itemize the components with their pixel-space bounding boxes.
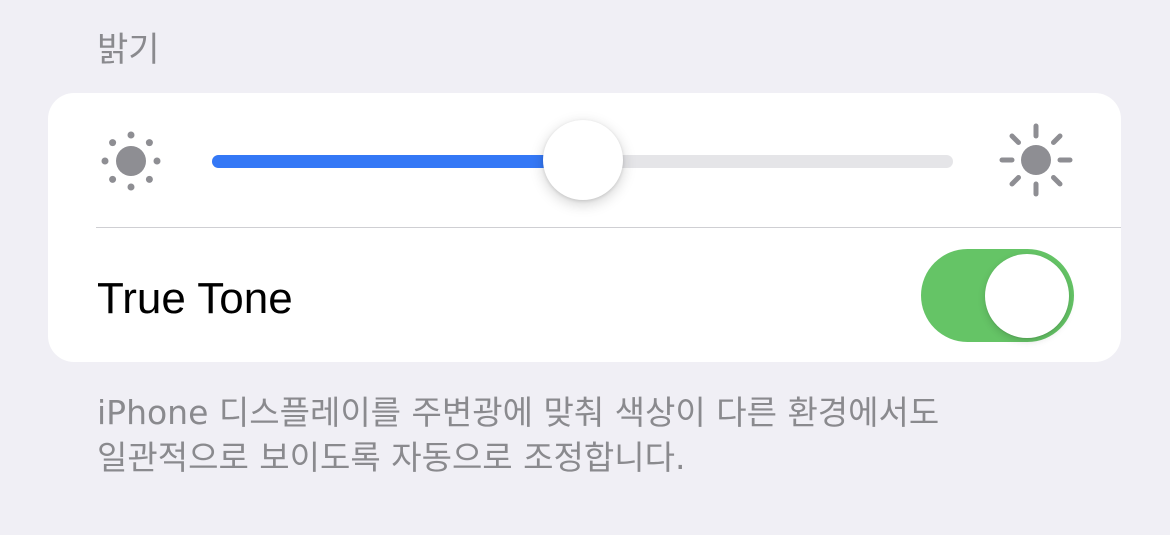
description-line-1: iPhone 디스플레이를 주변광에 맞춰 색상이 다른 환경에서도 [97,393,940,432]
brightness-section-header: 밝기 [97,30,160,70]
sun-dim-icon [101,131,161,191]
description-line-2: 일관적으로 보이도록 자동으로 조정합니다. [97,438,686,477]
slider-thumb[interactable] [542,120,623,200]
true-tone-description: iPhone 디스플레이를 주변광에 맞춰 색상이 다른 환경에서도 일관적으로… [97,390,1097,480]
row-separator [96,227,1121,228]
toggle-knob [985,254,1069,338]
brightness-slider[interactable] [212,120,953,200]
sun-bright-icon [999,123,1073,197]
true-tone-label: True Tone [97,274,293,323]
true-tone-toggle[interactable] [921,249,1074,342]
slider-fill [212,155,583,168]
